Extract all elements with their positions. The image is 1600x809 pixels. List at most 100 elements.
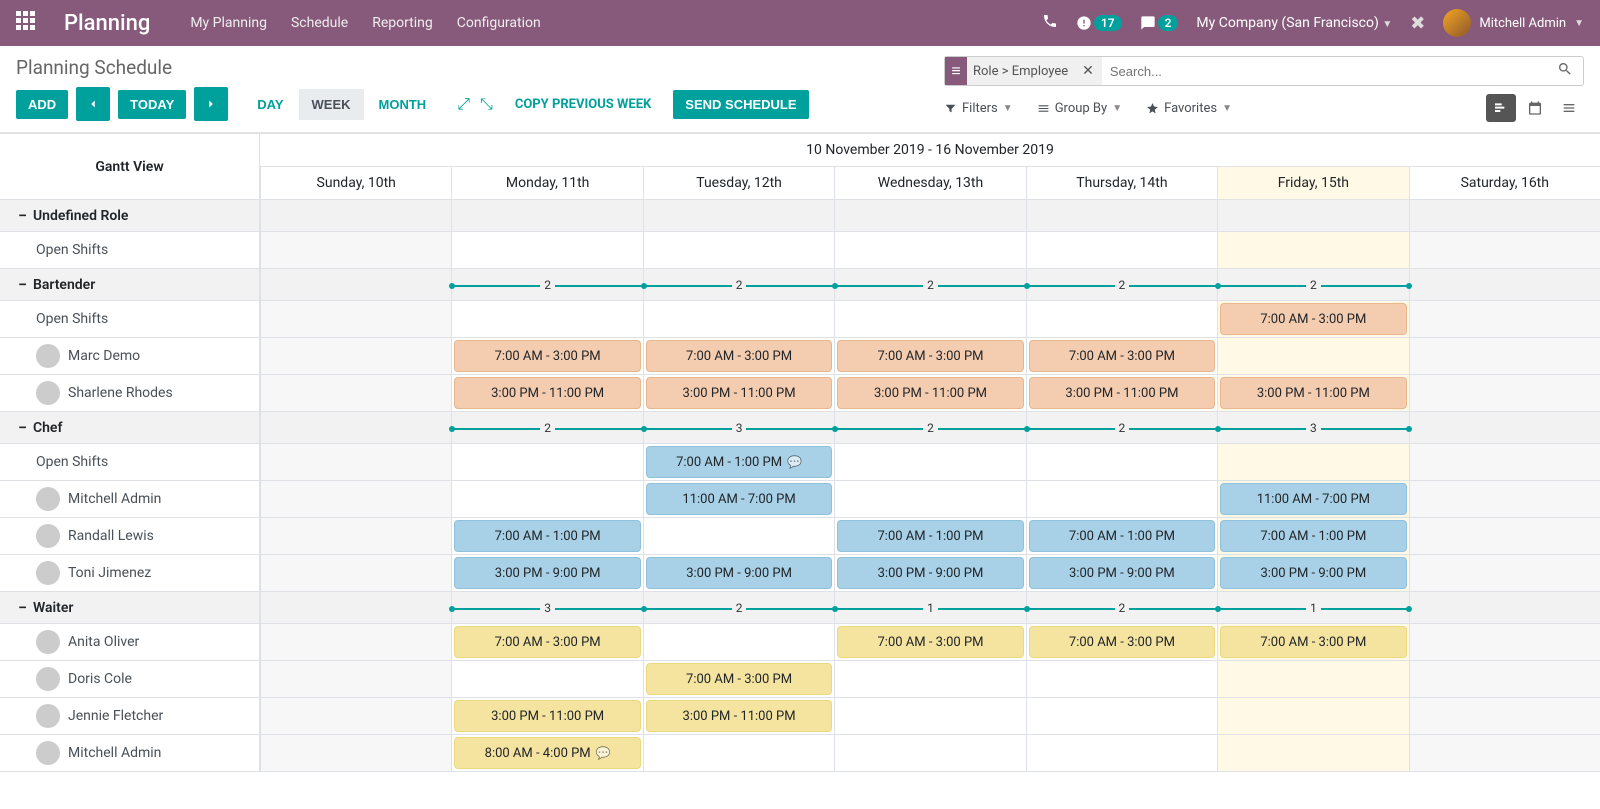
gantt-cell[interactable] bbox=[834, 481, 1025, 517]
gantt-view-button[interactable] bbox=[1486, 94, 1516, 122]
row-label[interactable]: Randall Lewis bbox=[0, 518, 260, 554]
gantt-cell[interactable]: 11:00 AM - 7:00 PM bbox=[1217, 481, 1408, 517]
nav-configuration[interactable]: Configuration bbox=[457, 15, 541, 31]
gantt-cell[interactable]: 7:00 AM - 3:00 PM bbox=[451, 624, 642, 660]
gantt-cell[interactable] bbox=[260, 375, 451, 411]
row-label[interactable]: Toni Jimenez bbox=[0, 555, 260, 591]
shift-pill[interactable]: 7:00 AM - 3:00 PM bbox=[1220, 626, 1406, 658]
gantt-cell[interactable] bbox=[1409, 555, 1600, 591]
gantt-cell[interactable]: 7:00 AM - 1:00 PM bbox=[834, 518, 1025, 554]
gantt-cell[interactable] bbox=[451, 444, 642, 480]
nav-reporting[interactable]: Reporting bbox=[372, 15, 433, 31]
discuss-icon[interactable]: 2 bbox=[1140, 15, 1179, 31]
gantt-cell[interactable]: 7:00 AM - 1:00 PM💬 bbox=[643, 444, 834, 480]
gantt-cell[interactable] bbox=[1217, 444, 1408, 480]
gantt-cell[interactable] bbox=[260, 301, 451, 337]
gantt-cell[interactable]: 8:00 AM - 4:00 PM💬 bbox=[451, 735, 642, 771]
shift-pill[interactable]: 7:00 AM - 1:00 PM💬 bbox=[646, 446, 832, 478]
gantt-cell[interactable]: 7:00 AM - 3:00 PM bbox=[451, 338, 642, 374]
scale-month[interactable]: MONTH bbox=[366, 89, 440, 120]
nav-my-planning[interactable]: My Planning bbox=[190, 15, 267, 31]
row-label[interactable]: Marc Demo bbox=[0, 338, 260, 374]
gantt-cell[interactable]: 7:00 AM - 3:00 PM bbox=[834, 624, 1025, 660]
copy-previous-week-button[interactable]: COPY PREVIOUS WEEK bbox=[515, 97, 651, 112]
collapse-icon[interactable]: ⤡ bbox=[480, 94, 493, 114]
shift-pill[interactable]: 7:00 AM - 3:00 PM bbox=[1029, 626, 1215, 658]
gantt-cell[interactable]: 7:00 AM - 3:00 PM bbox=[1217, 624, 1408, 660]
gantt-cell[interactable] bbox=[834, 444, 1025, 480]
scale-day[interactable]: DAY bbox=[244, 89, 296, 120]
gantt-cell[interactable] bbox=[1409, 698, 1600, 734]
gantt-cell[interactable] bbox=[1409, 624, 1600, 660]
gantt-cell[interactable] bbox=[1026, 232, 1217, 268]
shift-pill[interactable]: 7:00 AM - 1:00 PM bbox=[454, 520, 640, 552]
gantt-cell[interactable] bbox=[260, 735, 451, 771]
gantt-cell[interactable] bbox=[834, 735, 1025, 771]
list-view-button[interactable] bbox=[1554, 94, 1584, 122]
shift-pill[interactable]: 7:00 AM - 3:00 PM bbox=[454, 340, 640, 372]
gantt-cell[interactable] bbox=[1409, 375, 1600, 411]
gantt-cell[interactable]: 7:00 AM - 1:00 PM bbox=[1026, 518, 1217, 554]
company-selector[interactable]: My Company (San Francisco) ▼ bbox=[1196, 15, 1392, 31]
shift-pill[interactable]: 3:00 PM - 11:00 PM bbox=[646, 377, 832, 409]
gantt-cell[interactable] bbox=[451, 232, 642, 268]
gantt-cell[interactable] bbox=[643, 232, 834, 268]
shift-pill[interactable]: 3:00 PM - 11:00 PM bbox=[1029, 377, 1215, 409]
shift-pill[interactable]: 7:00 AM - 3:00 PM bbox=[837, 340, 1023, 372]
gantt-cell[interactable]: 3:00 PM - 11:00 PM bbox=[643, 375, 834, 411]
gantt-cell[interactable] bbox=[260, 444, 451, 480]
gantt-cell[interactable]: 3:00 PM - 9:00 PM bbox=[834, 555, 1025, 591]
gantt-cell[interactable] bbox=[1217, 735, 1408, 771]
gantt-cell[interactable] bbox=[1217, 661, 1408, 697]
shift-pill[interactable]: 11:00 AM - 7:00 PM bbox=[646, 483, 832, 515]
shift-pill[interactable]: 3:00 PM - 11:00 PM bbox=[454, 700, 640, 732]
gantt-cell[interactable]: 7:00 AM - 3:00 PM bbox=[1217, 301, 1408, 337]
gantt-cell[interactable] bbox=[834, 698, 1025, 734]
nav-schedule[interactable]: Schedule bbox=[291, 15, 348, 31]
calendar-view-button[interactable] bbox=[1520, 94, 1550, 122]
gantt-cell[interactable]: 3:00 PM - 11:00 PM bbox=[451, 375, 642, 411]
gantt-cell[interactable] bbox=[1409, 444, 1600, 480]
gantt-cell[interactable]: 7:00 AM - 3:00 PM bbox=[1026, 624, 1217, 660]
group-toggle[interactable]: −Waiter bbox=[0, 592, 260, 623]
groupby-dropdown[interactable]: Group By ▼ bbox=[1037, 101, 1122, 116]
gantt-cell[interactable] bbox=[1026, 698, 1217, 734]
shift-pill[interactable]: 7:00 AM - 1:00 PM bbox=[837, 520, 1023, 552]
favorites-dropdown[interactable]: Favorites ▼ bbox=[1146, 101, 1232, 116]
gantt-cell[interactable] bbox=[1026, 661, 1217, 697]
gantt-cell[interactable] bbox=[1409, 735, 1600, 771]
gantt-cell[interactable] bbox=[451, 481, 642, 517]
gantt-cell[interactable]: 3:00 PM - 11:00 PM bbox=[834, 375, 1025, 411]
gantt-cell[interactable]: 3:00 PM - 9:00 PM bbox=[1217, 555, 1408, 591]
gantt-cell[interactable]: 3:00 PM - 9:00 PM bbox=[643, 555, 834, 591]
gantt-cell[interactable] bbox=[1026, 735, 1217, 771]
gantt-cell[interactable] bbox=[1217, 232, 1408, 268]
shift-pill[interactable]: 7:00 AM - 3:00 PM bbox=[1029, 340, 1215, 372]
prev-button[interactable] bbox=[76, 87, 110, 121]
gantt-cell[interactable]: 3:00 PM - 11:00 PM bbox=[1026, 375, 1217, 411]
shift-pill[interactable]: 3:00 PM - 9:00 PM bbox=[1029, 557, 1215, 589]
search-input[interactable] bbox=[1102, 57, 1547, 85]
gantt-cell[interactable] bbox=[1409, 232, 1600, 268]
send-schedule-button[interactable]: SEND SCHEDULE bbox=[673, 90, 808, 119]
next-button[interactable] bbox=[194, 87, 228, 121]
shift-pill[interactable]: 3:00 PM - 9:00 PM bbox=[454, 557, 640, 589]
gantt-cell[interactable] bbox=[643, 735, 834, 771]
gantt-cell[interactable] bbox=[260, 518, 451, 554]
shift-pill[interactable]: 3:00 PM - 11:00 PM bbox=[646, 700, 832, 732]
group-toggle[interactable]: −Chef bbox=[0, 412, 260, 443]
gantt-cell[interactable] bbox=[260, 232, 451, 268]
gantt-cell[interactable] bbox=[260, 555, 451, 591]
gantt-cell[interactable]: 3:00 PM - 9:00 PM bbox=[451, 555, 642, 591]
gantt-cell[interactable] bbox=[1409, 301, 1600, 337]
shift-pill[interactable]: 7:00 AM - 3:00 PM bbox=[646, 340, 832, 372]
gantt-cell[interactable] bbox=[260, 624, 451, 660]
row-label[interactable]: Open Shifts bbox=[0, 301, 260, 337]
today-button[interactable]: TODAY bbox=[118, 90, 186, 119]
gantt-cell[interactable]: 7:00 AM - 3:00 PM bbox=[643, 338, 834, 374]
row-label[interactable]: Mitchell Admin bbox=[0, 481, 260, 517]
gantt-cell[interactable] bbox=[1026, 444, 1217, 480]
gantt-cell[interactable] bbox=[1409, 481, 1600, 517]
search-icon[interactable] bbox=[1547, 61, 1583, 81]
user-menu[interactable]: Mitchell Admin ▼ bbox=[1443, 9, 1584, 37]
